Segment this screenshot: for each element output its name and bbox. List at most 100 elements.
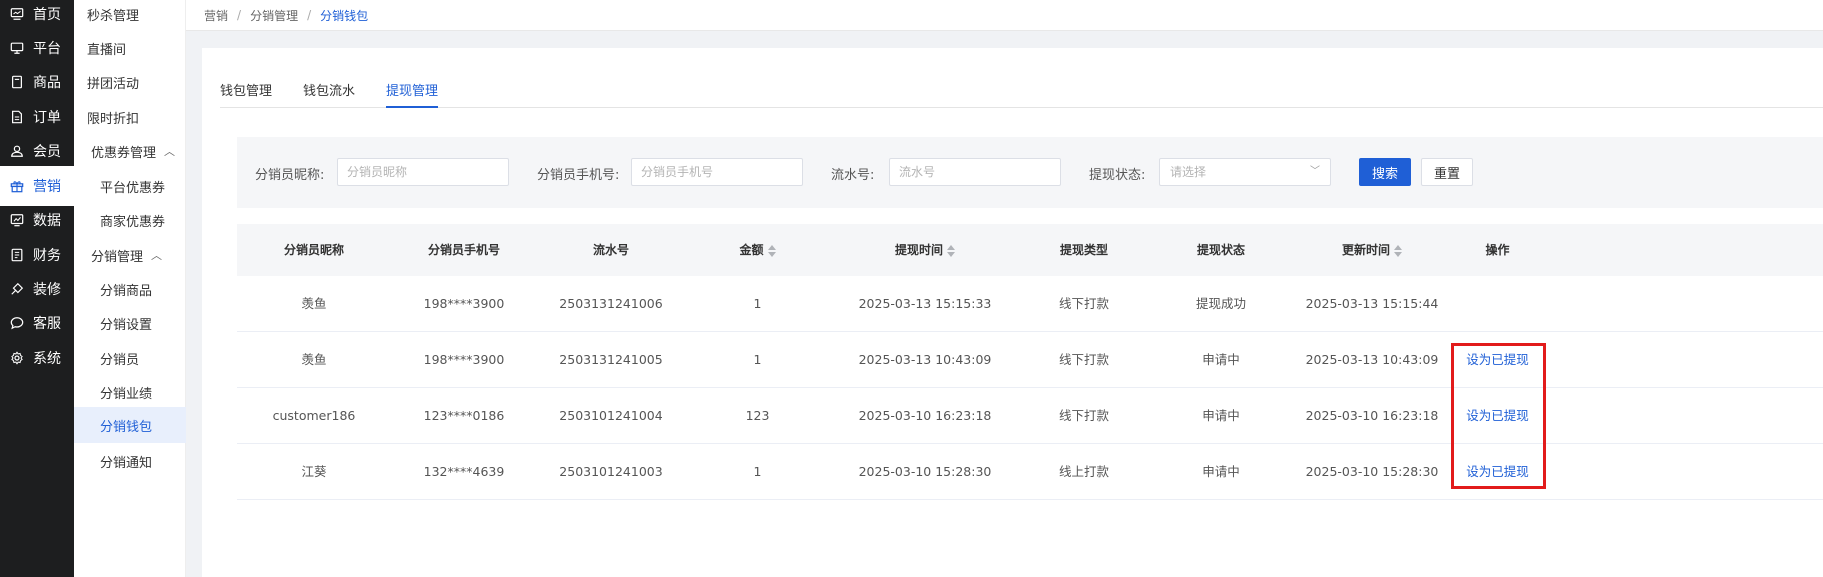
submenu-label: 分销员: [100, 352, 140, 368]
column-header-withdraw-time[interactable]: 提现时间: [830, 224, 1020, 276]
mark-withdrawn-link[interactable]: 设为已提现: [1450, 332, 1545, 388]
cell-nickname: 羡鱼: [301, 352, 327, 367]
submenu-group-label: 优惠券管理: [91, 145, 157, 161]
tab-withdrawal-management[interactable]: 提现管理: [386, 78, 439, 108]
nav-item-system[interactable]: 系统: [0, 338, 74, 378]
nav-label: 营销: [33, 179, 61, 195]
submenu-item-distribution-performance[interactable]: 分销业绩: [74, 372, 186, 412]
nav-label: 财务: [33, 248, 61, 264]
cell-nickname: customer186: [272, 408, 356, 423]
document-icon: [9, 109, 25, 125]
chevron-down-icon: ﹀: [1310, 166, 1320, 177]
phone-input[interactable]: [631, 158, 803, 186]
display-icon: [9, 40, 25, 56]
cell-withdraw-time: 2025-03-10 15:28:30: [858, 464, 992, 479]
gift-icon: [9, 178, 25, 194]
chat-icon: [9, 315, 25, 331]
submenu-group-label: 分销管理: [91, 249, 144, 265]
nav-label: 会员: [33, 144, 61, 160]
submenu-item-merchant-coupons[interactable]: 商家优惠券: [74, 200, 186, 240]
cell-update-time: 2025-03-13 10:43:09: [1305, 352, 1439, 367]
breadcrumb-separator: /: [307, 8, 312, 22]
cell-update-time: 2025-03-10 15:28:30: [1305, 464, 1439, 479]
status-label: 提现状态:: [1089, 168, 1146, 183]
column-header-label: 流水号: [592, 243, 629, 257]
chart-icon: [9, 212, 25, 228]
column-header-actions: 操作: [1450, 224, 1545, 276]
column-header-label: 提现类型: [1059, 243, 1108, 257]
cell-serial: 2503101241004: [559, 408, 663, 423]
nav-label: 数据: [33, 213, 61, 229]
submenu-group-coupons[interactable]: 优惠券管理 ︿: [74, 131, 186, 171]
cell-serial: 2503131241005: [559, 352, 663, 367]
column-header-withdraw-status: 提现状态: [1148, 224, 1294, 276]
cell-nickname: 江葵: [301, 464, 327, 479]
column-header-label: 金额: [739, 243, 764, 257]
submenu-label: 拼团活动: [87, 76, 140, 92]
submenu-item-group-buy[interactable]: 拼团活动: [74, 62, 186, 102]
sort-icon[interactable]: [947, 244, 955, 257]
breadcrumb-item[interactable]: 分销管理: [250, 7, 298, 24]
breadcrumb-item[interactable]: 营销: [204, 7, 228, 24]
submenu-item-distribution-settings[interactable]: 分销设置: [74, 303, 186, 343]
submenu-label: 分销钱包: [100, 419, 153, 435]
submenu-label: 秒杀管理: [87, 8, 140, 24]
nav-item-data[interactable]: 数据: [0, 200, 74, 240]
cell-withdraw-type: 线上打款: [1058, 464, 1109, 479]
nav-label: 订单: [33, 110, 61, 126]
box-icon: [9, 74, 25, 90]
monitor-icon: [9, 6, 25, 22]
status-select[interactable]: 请选择 ﹀: [1159, 158, 1331, 186]
column-header-label: 操作: [1485, 243, 1510, 257]
cell-update-time: 2025-03-10 16:23:18: [1305, 408, 1439, 423]
submenu-item-distribution-wallet[interactable]: 分销钱包: [74, 407, 186, 443]
phone-label: 分销员手机号:: [537, 168, 620, 183]
cell-withdraw-type: 线下打款: [1058, 408, 1109, 423]
nav-label: 客服: [33, 316, 61, 332]
search-button[interactable]: 搜索: [1359, 158, 1411, 186]
nav-label: 首页: [33, 7, 61, 23]
breadcrumb-current: 分销钱包: [320, 8, 369, 23]
tab-wallet-flow[interactable]: 钱包流水: [303, 78, 355, 108]
nav-label: 平台: [33, 41, 61, 57]
nav-item-goods[interactable]: 商品: [0, 62, 74, 102]
sort-icon[interactable]: [1394, 244, 1402, 257]
cell-serial: 2503131241006: [559, 296, 663, 311]
serial-label: 流水号:: [831, 168, 875, 183]
sort-icon[interactable]: [767, 244, 776, 257]
tab-bar: 钱包管理 钱包流水 提现管理: [220, 78, 1823, 108]
nav-item-members[interactable]: 会员: [0, 131, 74, 171]
cell-withdraw-status: 提现成功: [1195, 296, 1246, 311]
nav-item-service[interactable]: 客服: [0, 303, 74, 343]
column-header-label: 分销员昵称: [283, 243, 344, 257]
chevron-up-icon: ︿: [164, 145, 176, 158]
submenu-label: 分销设置: [100, 317, 153, 333]
cell-withdraw-type: 线下打款: [1058, 352, 1109, 367]
table-row: customer186 123****0186 2503101241004 123 20…: [237, 388, 1823, 444]
nickname-input[interactable]: [337, 158, 509, 186]
cell-withdraw-status: 申请中: [1202, 352, 1240, 367]
cell-serial: 2503101241003: [559, 464, 663, 479]
column-header-label: 分销员手机号: [427, 243, 500, 257]
submenu-item-distribution-notice[interactable]: 分销通知: [74, 441, 186, 481]
reset-button[interactable]: 重置: [1421, 158, 1473, 186]
column-header-label: 提现状态: [1196, 243, 1245, 257]
submenu: 秒杀管理 直播间 拼团活动 限时折扣 优惠券管理 ︿ 平台优惠券 商家优惠券 分…: [74, 0, 186, 577]
nickname-label: 分销员昵称:: [255, 168, 325, 183]
cell-amount: 1: [753, 464, 762, 479]
tab-wallet-management[interactable]: 钱包管理: [220, 78, 272, 108]
mark-withdrawn-link[interactable]: 设为已提现: [1450, 444, 1545, 500]
serial-input[interactable]: [889, 158, 1061, 186]
column-header-amount[interactable]: 金额: [685, 224, 830, 276]
cell-withdraw-status: 申请中: [1202, 408, 1240, 423]
column-header-update-time[interactable]: 更新时间: [1294, 224, 1450, 276]
gear-icon: [9, 350, 25, 366]
cell-phone: 123****0186: [423, 408, 505, 423]
cell-phone: 198****3900: [423, 352, 505, 367]
column-header-label: 提现时间: [894, 243, 943, 257]
submenu-label: 限时折扣: [87, 111, 140, 127]
mark-withdrawn-link[interactable]: 设为已提现: [1450, 388, 1545, 444]
cell-withdraw-type: 线下打款: [1058, 296, 1109, 311]
submenu-label: 分销商品: [100, 283, 153, 299]
breadcrumb: 营销 / 分销管理 / 分销钱包: [186, 0, 1823, 31]
